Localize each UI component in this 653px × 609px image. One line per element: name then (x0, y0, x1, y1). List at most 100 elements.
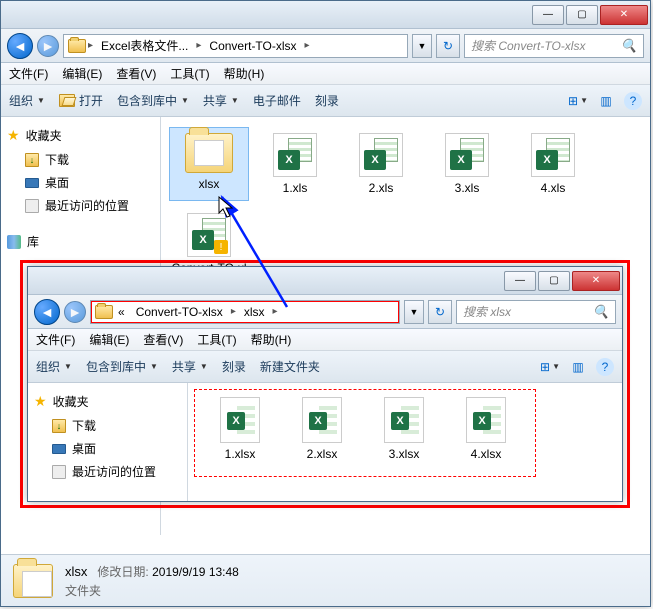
sidebar-library-header[interactable]: 库 (5, 229, 156, 254)
toolbar-share[interactable]: 共享▼ (172, 358, 208, 375)
view-options-icon[interactable]: ⊞▼ (568, 91, 588, 111)
breadcrumb-segment[interactable]: Convert-TO-xlsx (203, 37, 302, 55)
preview-pane-icon[interactable]: ▥ (568, 357, 588, 377)
desktop-icon (25, 178, 39, 188)
toolbar-burn[interactable]: 刻录 (315, 92, 339, 109)
toolbar-organize[interactable]: 组织▼ (36, 358, 72, 375)
sidebar-item-downloads[interactable]: ↓下载 (32, 414, 183, 437)
menu-edit[interactable]: 编辑(E) (89, 331, 129, 348)
chevron-right-icon: ▸ (305, 40, 310, 51)
titlebar: — ▢ ✕ (28, 267, 622, 295)
sidebar-favorites-header[interactable]: ★收藏夹 (32, 389, 183, 414)
excel-xlsm-icon: X! (187, 213, 231, 257)
refresh-button[interactable]: ↻ (436, 34, 460, 58)
breadcrumb[interactable]: « Convert-TO-xlsx ▸ xlsx ▸ (90, 300, 400, 324)
status-type: 文件夹 (65, 582, 239, 599)
view-options-icon[interactable]: ⊞▼ (540, 357, 560, 377)
address-bar: ◄ ► « Convert-TO-xlsx ▸ xlsx ▸ ▼ ↻ 搜索 xl… (28, 295, 622, 329)
menu-tools[interactable]: 工具(T) (170, 65, 209, 82)
toolbar-organize[interactable]: 组织▼ (9, 92, 45, 109)
sidebar-item-desktop[interactable]: 桌面 (32, 437, 183, 460)
maximize-button[interactable]: ▢ (566, 5, 598, 25)
menu-view[interactable]: 查看(V) (116, 65, 156, 82)
excel-xlsx-icon (466, 397, 506, 443)
folder-icon (185, 133, 233, 173)
refresh-button[interactable]: ↻ (428, 300, 452, 324)
file-label: 3.xls (455, 181, 480, 195)
titlebar: — ▢ ✕ (1, 1, 650, 29)
status-date-label: 修改日期: (97, 565, 148, 579)
folder-icon (13, 564, 53, 598)
toolbar-share[interactable]: 共享▼ (203, 92, 239, 109)
sidebar-favorites-header[interactable]: ★收藏夹 (5, 123, 156, 148)
minimize-button[interactable]: — (532, 5, 564, 25)
toolbar-email[interactable]: 电子邮件 (253, 92, 301, 109)
chevron-right-icon: ▸ (273, 306, 278, 317)
status-date: 2019/9/19 13:48 (152, 565, 239, 579)
sidebar-item-downloads[interactable]: ↓下载 (5, 148, 156, 171)
file-label: 1.xls (283, 181, 308, 195)
excel-xls-icon: X (359, 133, 403, 177)
menu-file[interactable]: 文件(F) (36, 331, 75, 348)
library-icon (7, 235, 21, 249)
menu-edit[interactable]: 编辑(E) (62, 65, 102, 82)
minimize-button[interactable]: — (504, 271, 536, 291)
address-dropdown-button[interactable]: ▼ (412, 34, 432, 58)
status-bar: xlsx 修改日期: 2019/9/19 13:48 文件夹 (1, 554, 650, 606)
file-item-xls[interactable]: X 1.xls (255, 127, 335, 201)
nav-forward-button[interactable]: ► (37, 35, 59, 57)
menu-help[interactable]: 帮助(H) (251, 331, 292, 348)
maximize-button[interactable]: ▢ (538, 271, 570, 291)
download-icon: ↓ (25, 153, 39, 167)
chevron-right-icon: ▸ (88, 40, 93, 51)
file-label: xlsx (199, 177, 220, 191)
star-icon: ★ (7, 127, 20, 144)
close-button[interactable]: ✕ (572, 271, 620, 291)
preview-pane-icon[interactable]: ▥ (596, 91, 616, 111)
menu-tools[interactable]: 工具(T) (197, 331, 236, 348)
download-icon: ↓ (52, 419, 66, 433)
menu-file[interactable]: 文件(F) (9, 65, 48, 82)
nav-back-button[interactable]: ◄ (7, 33, 33, 59)
toolbar-new-folder[interactable]: 新建文件夹 (260, 358, 320, 375)
excel-xls-icon: X (531, 133, 575, 177)
breadcrumb-segment[interactable]: Excel表格文件... (95, 35, 194, 56)
recent-icon (52, 465, 66, 479)
excel-xlsx-icon (302, 397, 342, 443)
file-list: 1.xlsx 2.xlsx 3.xlsx 4.xlsx (188, 383, 622, 501)
nav-back-button[interactable]: ◄ (34, 299, 60, 325)
sidebar: ★收藏夹 ↓下载 桌面 最近访问的位置 (28, 383, 188, 501)
file-item-xls[interactable]: X 2.xls (341, 127, 421, 201)
toolbar: 组织▼ 包含到库中▼ 共享▼ 刻录 新建文件夹 ⊞▼ ▥ ? (28, 351, 622, 383)
toolbar-burn[interactable]: 刻录 (222, 358, 246, 375)
help-icon[interactable]: ? (596, 358, 614, 376)
breadcrumb-segment[interactable]: xlsx (238, 303, 271, 321)
menu-bar: 文件(F) 编辑(E) 查看(V) 工具(T) 帮助(H) (28, 329, 622, 351)
sidebar-item-recent[interactable]: 最近访问的位置 (5, 194, 156, 217)
file-item-xls[interactable]: X 3.xls (427, 127, 507, 201)
search-input[interactable]: 搜索 xlsx 🔍 (456, 300, 616, 324)
file-item-xls[interactable]: X 4.xls (513, 127, 593, 201)
search-icon: 🔍 (621, 38, 637, 54)
close-button[interactable]: ✕ (600, 5, 648, 25)
file-label: 2.xls (369, 181, 394, 195)
toolbar-open[interactable]: 打开 (59, 92, 103, 109)
toolbar: 组织▼ 打开 包含到库中▼ 共享▼ 电子邮件 刻录 ⊞▼ ▥ ? (1, 85, 650, 117)
desktop-icon (52, 444, 66, 454)
search-icon: 🔍 (593, 304, 609, 320)
sidebar-item-desktop[interactable]: 桌面 (5, 171, 156, 194)
breadcrumb-segment[interactable]: Convert-TO-xlsx (130, 303, 229, 321)
toolbar-include[interactable]: 包含到库中▼ (86, 358, 158, 375)
nav-forward-button[interactable]: ► (64, 301, 86, 323)
toolbar-include[interactable]: 包含到库中▼ (117, 92, 189, 109)
help-icon[interactable]: ? (624, 92, 642, 110)
menu-help[interactable]: 帮助(H) (224, 65, 265, 82)
menu-view[interactable]: 查看(V) (143, 331, 183, 348)
file-item-folder[interactable]: xlsx (169, 127, 249, 201)
menu-bar: 文件(F) 编辑(E) 查看(V) 工具(T) 帮助(H) (1, 63, 650, 85)
address-dropdown-button[interactable]: ▼ (404, 300, 424, 324)
breadcrumb[interactable]: ▸ Excel表格文件... ▸ Convert-TO-xlsx ▸ (63, 34, 408, 58)
status-name: xlsx (65, 564, 87, 579)
search-input[interactable]: 搜索 Convert-TO-xlsx 🔍 (464, 34, 644, 58)
sidebar-item-recent[interactable]: 最近访问的位置 (32, 460, 183, 483)
